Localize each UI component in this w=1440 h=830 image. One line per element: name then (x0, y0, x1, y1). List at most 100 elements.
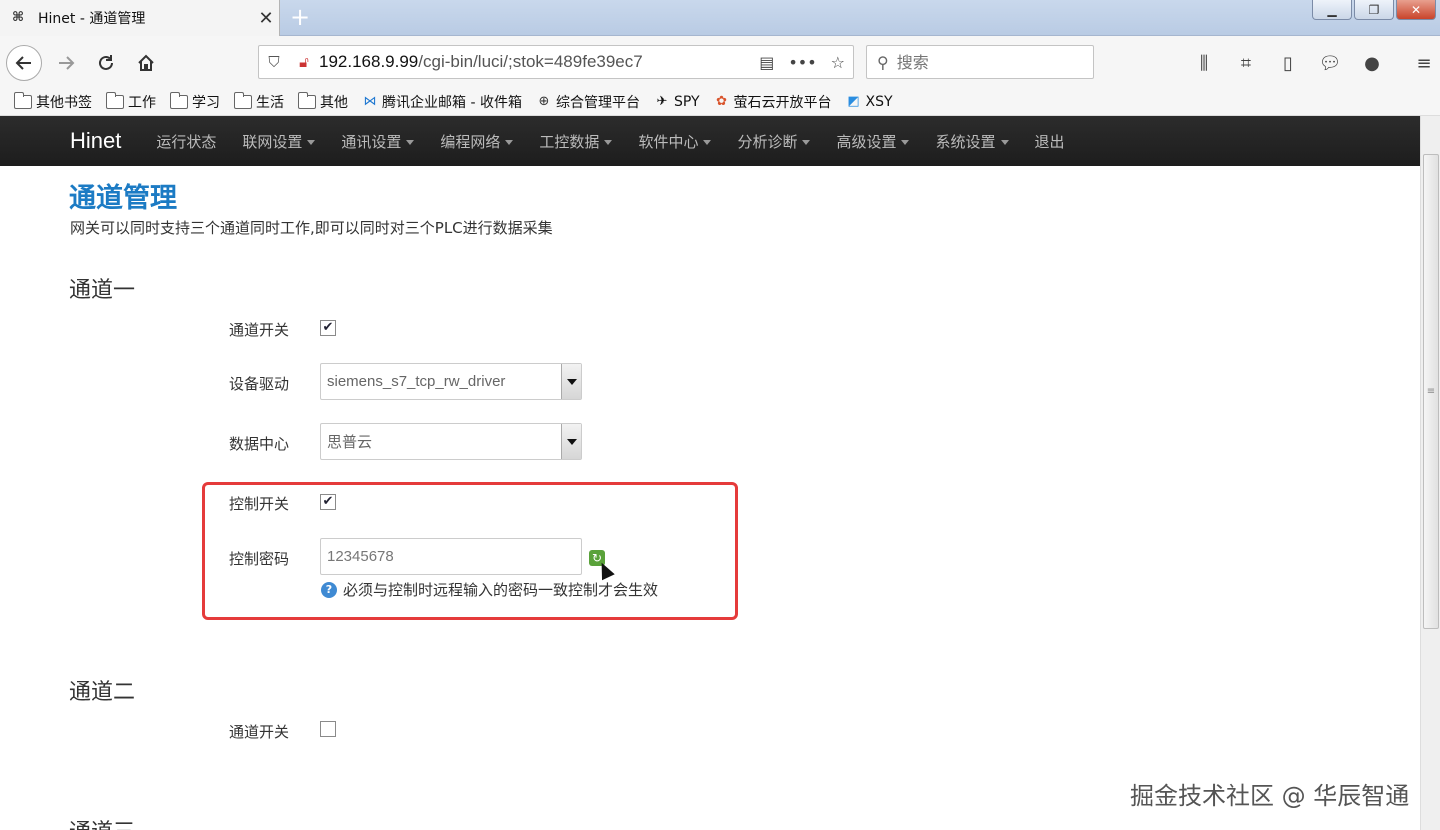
site-header: Hinet 运行状态 联网设置 通讯设置 编程网络 工控数据 软件中心 分析诊断 高级设置 系统… (0, 116, 1420, 166)
help-icon: ? (321, 581, 337, 598)
caret-down-icon (703, 139, 712, 145)
menu-item-label: 软件中心 (638, 132, 699, 151)
restore-button[interactable]: ❐ (1354, 0, 1394, 20)
browser-tab-active[interactable]: ⌘ Hinet - 通道管理 ✕ (0, 0, 280, 36)
minimize-button[interactable]: ▁ (1312, 0, 1352, 20)
account-icon[interactable]: ● (1358, 49, 1386, 77)
search-input[interactable] (896, 52, 1077, 72)
sidebar-icon[interactable]: ▯ (1274, 49, 1302, 77)
menu-item[interactable]: 运行状态 (143, 131, 229, 152)
menu-item[interactable]: 联网设置 (229, 131, 328, 152)
menu-item-label: 系统设置 (935, 132, 996, 151)
channel-2-enable-label: 通道开关 (229, 723, 290, 741)
folder-icon (170, 91, 188, 109)
page-content: 通道管理 网关可以同时支持三个通道同时工作,即可以同时对三个PLC进行数据采集 … (0, 166, 1420, 830)
chat-icon[interactable]: 💬︎ (1316, 49, 1344, 77)
driver-select-value: siemens_s7_tcp_rw_driver (327, 373, 506, 390)
page-actions-icon[interactable]: ••• (788, 53, 816, 72)
channel-1-driver-select[interactable]: siemens_s7_tcp_rw_driver (320, 363, 582, 400)
window-close-button[interactable]: ✕ (1396, 0, 1436, 20)
home-button[interactable] (132, 49, 160, 77)
tab-title: Hinet - 通道管理 (38, 11, 146, 27)
bookmark-item[interactable]: 其他 (298, 91, 348, 112)
caret-down-icon (505, 139, 514, 145)
channel-2-heading: 通道二 (69, 680, 136, 705)
new-tab-button[interactable]: + (286, 4, 314, 32)
xsy-icon: ◩ (847, 93, 860, 109)
menu-item-label: 高级设置 (836, 132, 897, 151)
menu-item-label: 分析诊断 (737, 132, 798, 151)
channel-1-enable-checkbox[interactable]: ✔ (320, 320, 336, 336)
url-path: /cgi-bin/luci/;stok=489fe39ec7 (418, 52, 643, 71)
main-menu: 运行状态 联网设置 通讯设置 编程网络 工控数据 软件中心 分析诊断 高级设置 系统设置 退出 (143, 131, 1077, 152)
bookmark-label: 萤石云开放平台 (733, 94, 832, 111)
menu-item[interactable]: 系统设置 (922, 131, 1021, 152)
bookmarks-bar: 其他书签 工作 学习 生活 其他 ⋈ 腾讯企业邮箱 - 收件箱 ⊕ 综合管理平台 ✈ SPY ✿ 萤石云… (0, 88, 1440, 116)
home-icon (138, 54, 154, 71)
bookmark-label: 其他 (320, 94, 348, 111)
menu-item-label: 编程网络 (440, 132, 501, 151)
bookmark-label: SPY (673, 93, 700, 110)
url-text[interactable]: 192.168.9.99/cgi-bin/luci/;stok=489fe39e… (319, 52, 759, 72)
page-title: 通道管理 (69, 183, 177, 214)
chevron-down-icon[interactable] (561, 364, 581, 399)
tab-close-icon[interactable]: ✕ (253, 8, 279, 29)
bookmark-item[interactable]: ⊕ 综合管理平台 (536, 92, 640, 112)
bookmark-item[interactable]: ✿ 萤石云开放平台 (714, 92, 832, 112)
channel-2-enable-checkbox[interactable] (320, 721, 336, 737)
brand-logo[interactable]: Hinet (70, 128, 121, 154)
chevron-down-icon[interactable] (561, 424, 581, 459)
password-hint: ? 必须与控制时远程输入的密码一致控制才会生效 (321, 579, 658, 600)
caret-down-icon (307, 139, 316, 145)
bookmark-item[interactable]: ✈ SPY (654, 94, 700, 110)
bookmark-item[interactable]: 工作 (106, 91, 156, 112)
folder-icon (106, 91, 124, 109)
search-bar[interactable]: ⚲ (866, 45, 1094, 79)
url-host: 192.168.9.99 (319, 52, 419, 71)
page-scrollbar[interactable]: ≡ (1420, 116, 1440, 830)
datacenter-select-value: 思普云 (327, 434, 373, 451)
caret-down-icon (604, 139, 613, 145)
shield-icon[interactable]: ⛉ (259, 53, 289, 71)
channel-1-datacenter-select[interactable]: 思普云 (320, 423, 582, 460)
reader-view-icon[interactable]: ▤ (759, 53, 774, 72)
menu-item[interactable]: 通讯设置 (328, 131, 427, 152)
watermark: 掘金技术社区 @ 华辰智通 (1130, 782, 1410, 810)
address-bar-tools: ▤ ••• ☆ (759, 53, 853, 72)
app-menu-icon[interactable]: ≡ (1410, 49, 1438, 77)
menu-item-label: 通讯设置 (341, 132, 402, 151)
bookmark-item[interactable]: ◩ XSY (846, 93, 893, 110)
menu-item[interactable]: 高级设置 (823, 131, 922, 152)
bookmark-star-icon[interactable]: ☆ (831, 53, 845, 72)
forward-button[interactable] (52, 49, 80, 77)
menu-item[interactable]: 工控数据 (526, 131, 625, 152)
reload-icon (99, 55, 113, 70)
channel-1-password-input[interactable] (320, 538, 582, 575)
channel-1-control-checkbox[interactable]: ✔ (320, 494, 336, 510)
channel-1-password-label: 控制密码 (229, 550, 290, 568)
scrollbar-thumb[interactable]: ≡ (1423, 154, 1439, 629)
menu-item[interactable]: 软件中心 (625, 131, 724, 152)
back-button[interactable] (6, 45, 42, 81)
menu-item[interactable]: 编程网络 (427, 131, 526, 152)
caret-down-icon (1000, 139, 1009, 145)
bookmark-item[interactable]: ⋈ 腾讯企业邮箱 - 收件箱 (362, 92, 522, 112)
screenshot-icon[interactable]: ⌗ (1232, 49, 1260, 77)
bookmark-item[interactable]: 生活 (234, 91, 284, 112)
insecure-lock-icon[interactable]: 🔓︎ (289, 53, 319, 71)
address-bar[interactable]: ⛉ 🔓︎ 192.168.9.99/cgi-bin/luci/;stok=489… (258, 45, 854, 79)
bookmark-label: 生活 (256, 94, 284, 111)
bookmark-item[interactable]: 其他书签 (14, 91, 92, 112)
bookmark-label: XSY (865, 93, 893, 110)
library-icon[interactable]: ⫼ (1190, 49, 1218, 77)
bookmark-item[interactable]: 学习 (170, 91, 220, 112)
ezviz-icon: ✿ (716, 93, 727, 109)
reload-button[interactable] (92, 49, 120, 77)
password-hint-text: 必须与控制时远程输入的密码一致控制才会生效 (343, 581, 659, 599)
menu-item-label: 联网设置 (242, 132, 303, 151)
menu-item-label: 退出 (1034, 132, 1065, 151)
menu-item[interactable]: 分析诊断 (724, 131, 823, 152)
menu-item[interactable]: 退出 (1022, 131, 1078, 152)
caret-down-icon (406, 139, 415, 145)
bookmark-label: 其他书签 (36, 94, 92, 111)
